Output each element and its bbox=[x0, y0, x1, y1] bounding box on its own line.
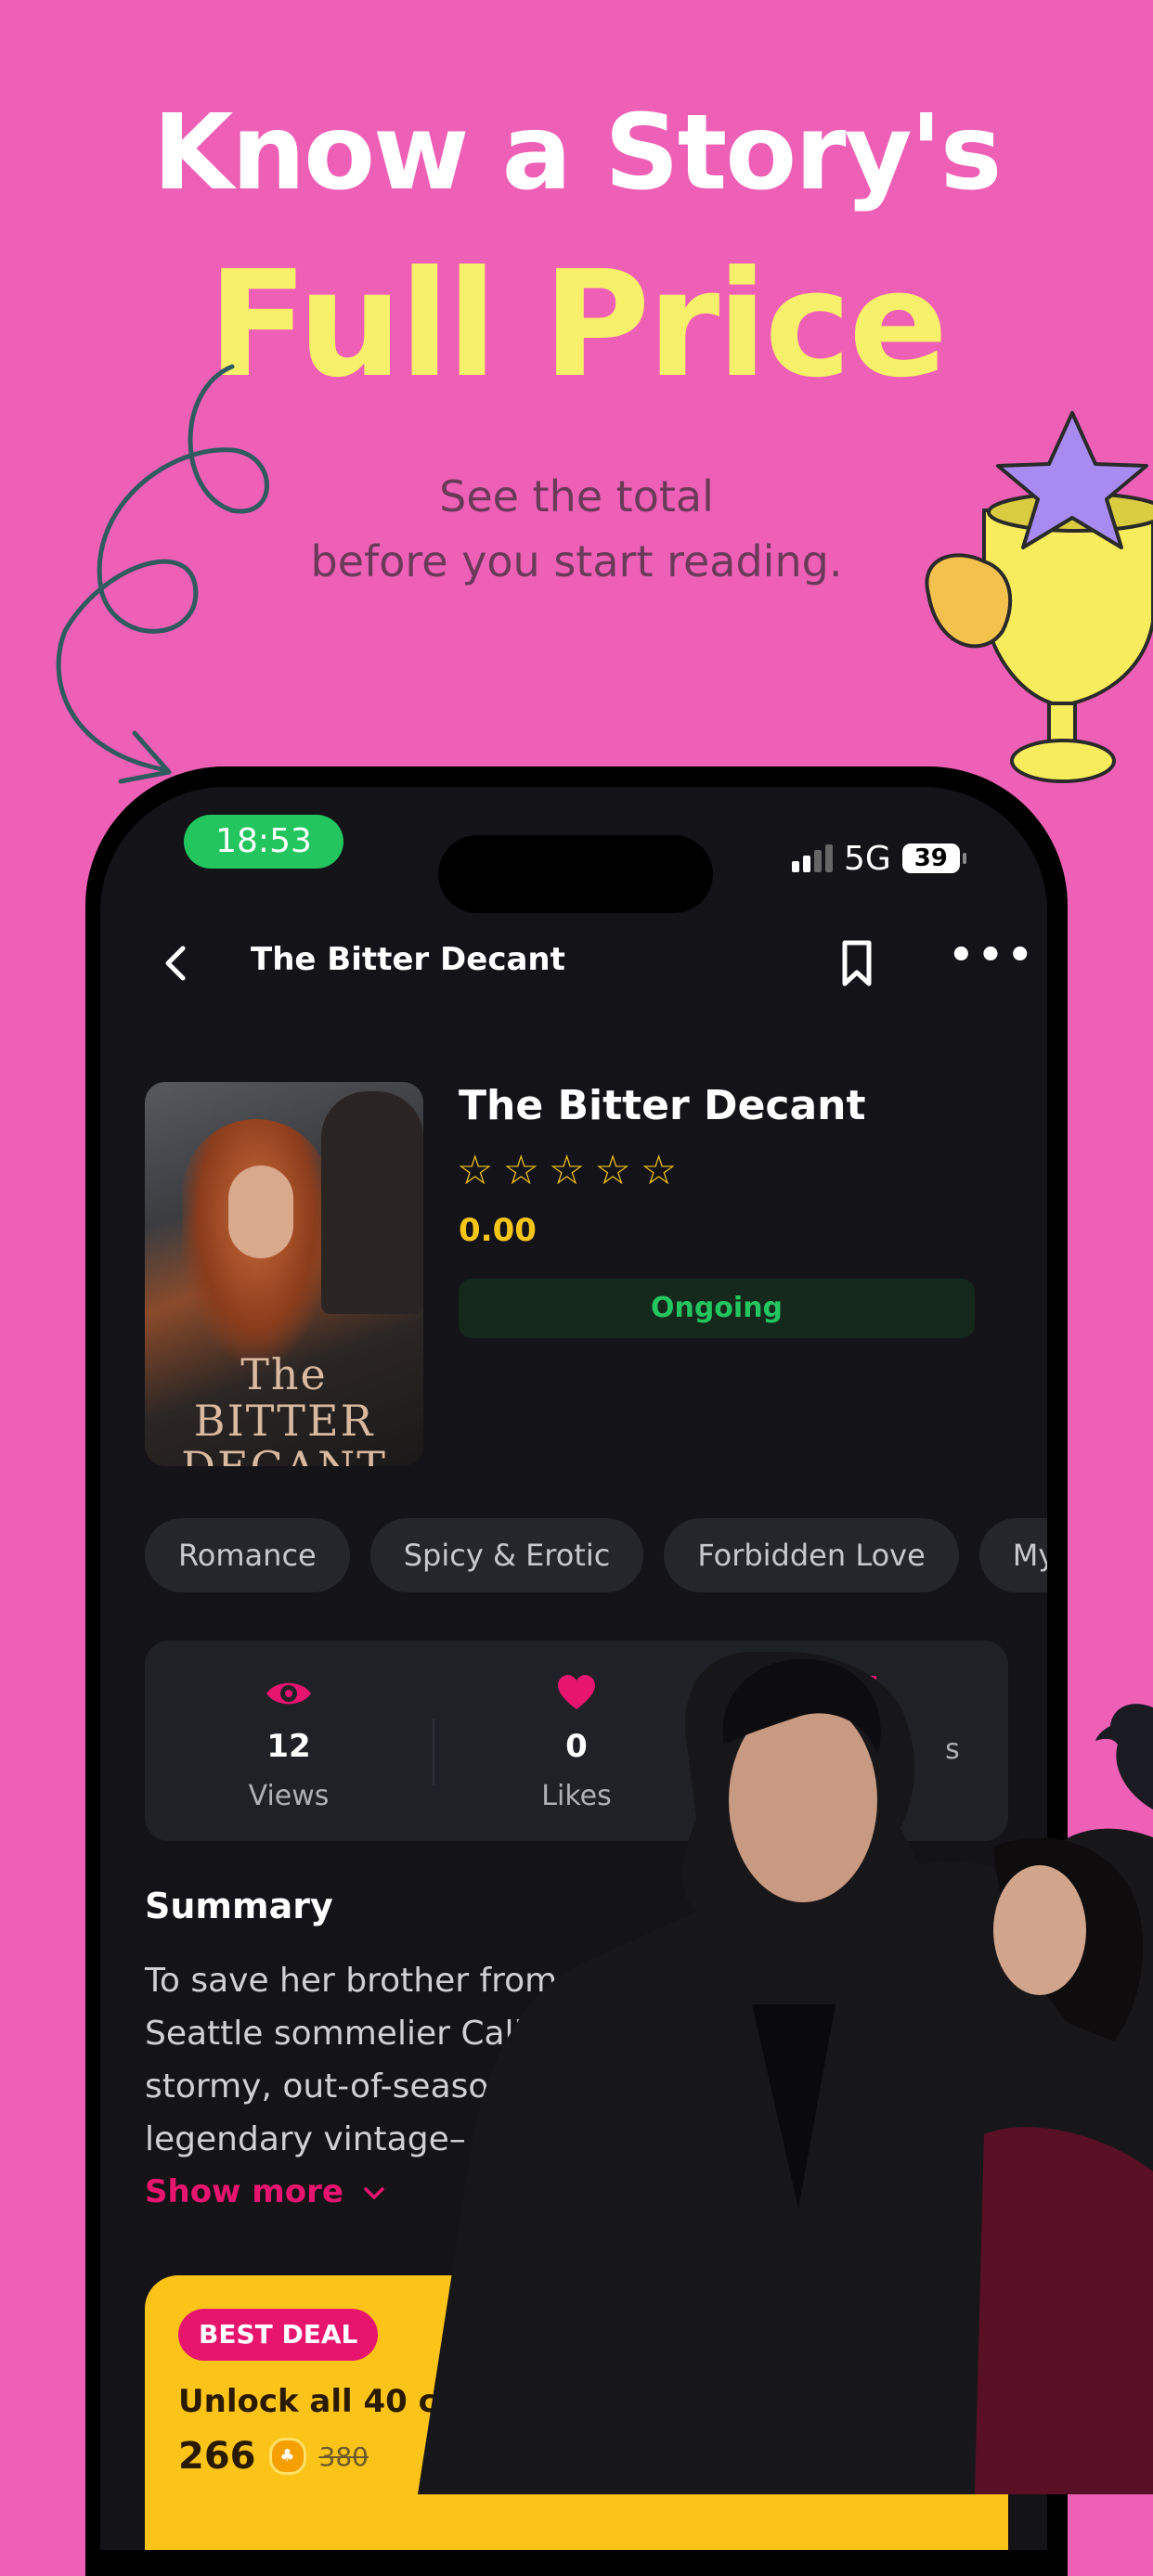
trophy-star-icon bbox=[925, 411, 1153, 783]
stat-views: 12 Views bbox=[145, 1672, 433, 1812]
coin-icon: ♣ bbox=[268, 2438, 306, 2475]
price-current: 266 bbox=[178, 2435, 256, 2478]
squiggle-arrow-decoration bbox=[56, 364, 269, 784]
rating-stars[interactable]: ☆ ☆ ☆ ☆ ☆ bbox=[457, 1151, 677, 1191]
tag-chip[interactable]: My bbox=[978, 1518, 1047, 1592]
star-icon[interactable]: ☆ bbox=[594, 1151, 630, 1191]
star-icon[interactable]: ☆ bbox=[641, 1151, 677, 1191]
status-time: 18:53 bbox=[184, 815, 343, 869]
price-original: 380 bbox=[318, 2441, 369, 2472]
status-indicators: 5G 39 bbox=[792, 835, 966, 882]
bookmark-icon[interactable] bbox=[836, 935, 878, 991]
tag-chip[interactable]: Forbidden Love bbox=[664, 1518, 959, 1592]
show-more-label: Show more bbox=[145, 2173, 343, 2210]
book-cover[interactable]: The BITTER DECANT bbox=[145, 1082, 423, 1466]
signal-icon bbox=[792, 844, 833, 872]
status-badge: Ongoing bbox=[459, 1279, 975, 1338]
more-horizontal-icon[interactable]: ••• bbox=[947, 932, 1034, 985]
best-deal-badge: BEST DEAL bbox=[178, 2309, 379, 2361]
tag-chip[interactable]: Spicy & Erotic bbox=[369, 1518, 644, 1592]
genre-tags: Romance Spicy & Erotic Forbidden Love My bbox=[145, 1518, 1047, 1592]
tag-chip[interactable]: Romance bbox=[145, 1518, 350, 1592]
star-icon[interactable]: ☆ bbox=[549, 1151, 585, 1191]
star-icon[interactable]: ☆ bbox=[502, 1151, 538, 1191]
show-more-link[interactable]: Show more bbox=[145, 2173, 388, 2210]
promo-headline: Know a Story's bbox=[152, 93, 1003, 213]
book-title: The Bitter Decant bbox=[459, 1082, 866, 1129]
network-label: 5G bbox=[844, 839, 891, 878]
chevron-left-icon[interactable] bbox=[151, 937, 203, 989]
battery-icon: 39 bbox=[901, 844, 966, 873]
top-nav: The Bitter Decant ••• bbox=[100, 917, 1047, 1010]
chevron-down-icon bbox=[364, 2186, 384, 2199]
crow-decoration bbox=[1095, 1704, 1153, 1810]
summary-title: Summary bbox=[145, 1886, 333, 1926]
star-icon[interactable]: ☆ bbox=[457, 1151, 493, 1191]
nav-title: The Bitter Decant bbox=[251, 941, 565, 978]
deal-description: Unlock all 40 c bbox=[178, 2383, 437, 2420]
cover-title: The BITTER DECANT bbox=[181, 1349, 385, 1466]
deal-price: 266 ♣ 380 bbox=[178, 2435, 369, 2478]
couple-illustration bbox=[418, 1652, 1153, 2494]
stat-label: Views bbox=[248, 1780, 330, 1812]
rating-value: 0.00 bbox=[459, 1212, 537, 1249]
stat-value: 12 bbox=[266, 1728, 311, 1765]
dynamic-island bbox=[438, 835, 713, 913]
eye-icon bbox=[266, 1682, 311, 1705]
